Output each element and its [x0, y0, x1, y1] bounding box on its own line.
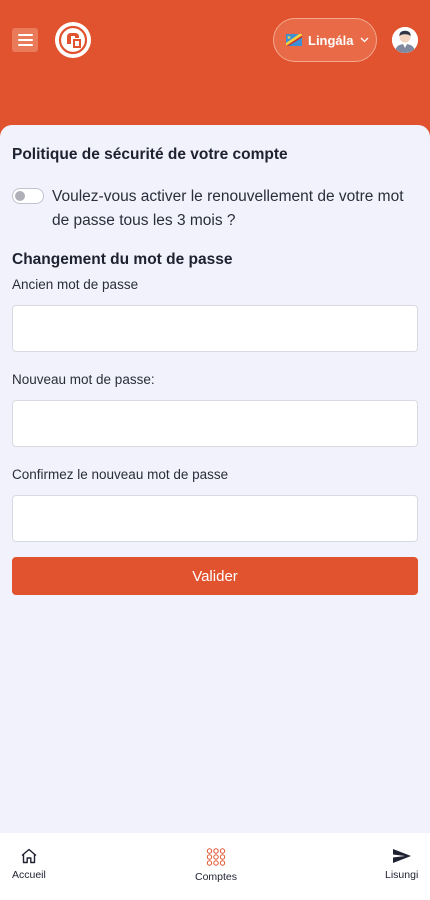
validate-button[interactable]: Valider — [12, 557, 418, 595]
new-password-field[interactable] — [12, 400, 418, 447]
home-icon — [21, 848, 37, 864]
nav-item-comptes[interactable]: Comptes — [195, 848, 237, 883]
app-logo[interactable] — [55, 22, 91, 58]
toggle-knob — [15, 191, 25, 201]
password-renewal-text: Voulez-vous activer le renouvellement de… — [52, 188, 404, 229]
nav-label-lisungi: Lisungi — [385, 869, 419, 881]
hamburger-menu-icon[interactable] — [12, 28, 38, 52]
language-selector[interactable]: Lingála — [273, 18, 377, 62]
drc-flag-icon — [286, 34, 302, 46]
bottom-nav: Accueil Comptes Lisungi — [0, 833, 430, 900]
security-policy-title: Politique de sécurité de votre compte — [12, 146, 288, 163]
chevron-down-icon — [360, 37, 368, 43]
confirm-password-label: Confirmez le nouveau mot de passe — [12, 467, 229, 482]
app-header: Lingála — [0, 0, 430, 140]
old-password-field[interactable] — [12, 305, 418, 352]
password-renewal-toggle[interactable] — [12, 188, 44, 204]
user-avatar-icon[interactable] — [392, 27, 418, 53]
new-password-label: Nouveau mot de passe: — [12, 372, 155, 387]
accounts-grid-icon — [206, 848, 226, 866]
nav-item-lisungi[interactable]: Lisungi — [385, 848, 418, 881]
old-password-label: Ancien mot de passe — [12, 277, 139, 292]
password-change-title: Changement du mot de passe — [12, 251, 233, 268]
nav-label-accueil: Accueil — [12, 869, 46, 881]
nav-item-accueil[interactable]: Accueil — [12, 848, 46, 881]
confirm-password-field[interactable] — [12, 495, 418, 542]
language-label: Lingála — [308, 32, 354, 48]
nav-label-comptes: Comptes — [195, 871, 238, 883]
logo-mark — [58, 25, 88, 55]
send-icon — [392, 849, 411, 863]
avatar-figure — [392, 27, 418, 53]
